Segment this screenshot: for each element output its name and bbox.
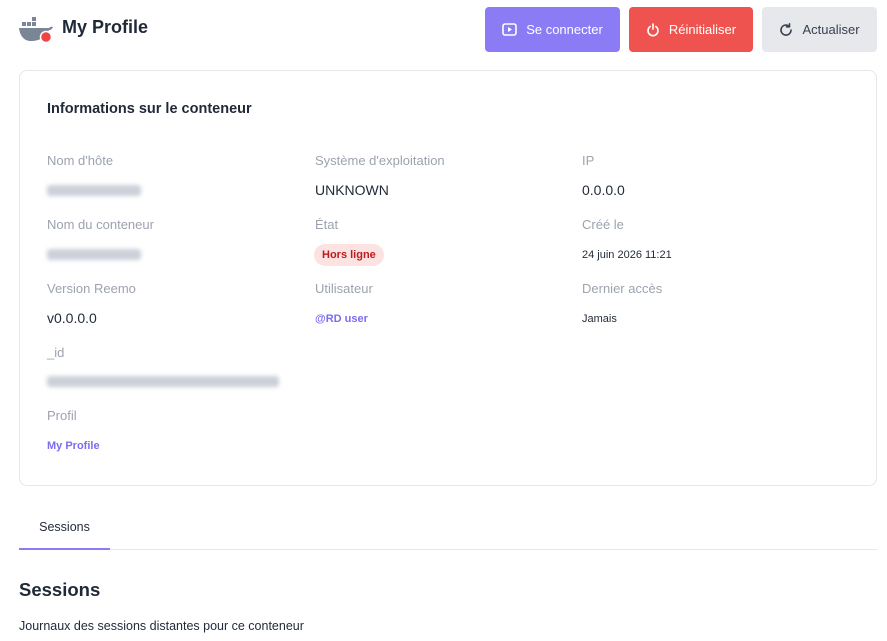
reemo-version-value: v0.0.0.0 bbox=[47, 310, 97, 326]
os-label: Système d'exploitation bbox=[315, 153, 445, 168]
tab-sessions[interactable]: Sessions bbox=[19, 505, 110, 550]
hostname-value-redacted bbox=[47, 185, 141, 196]
reset-button-label: Réinitialiser bbox=[668, 22, 737, 37]
refresh-icon bbox=[779, 22, 793, 37]
sessions-description: Journaux des sessions distantes pour ce … bbox=[19, 619, 304, 633]
created-value: 24 juin 2026 11:21 bbox=[582, 249, 672, 261]
profile-label: Profil bbox=[47, 408, 77, 423]
docker-whale-icon bbox=[18, 16, 54, 44]
status-badge: Hors ligne bbox=[314, 244, 384, 266]
tab-bar: Sessions bbox=[19, 505, 877, 550]
id-value-redacted bbox=[47, 376, 279, 387]
card-title: Informations sur le conteneur bbox=[47, 101, 252, 117]
refresh-button-label: Actualiser bbox=[802, 22, 860, 37]
reemo-version-label: Version Reemo bbox=[47, 281, 136, 296]
last-access-value: Jamais bbox=[582, 313, 617, 325]
profile-link[interactable]: My Profile bbox=[47, 440, 100, 452]
user-label: Utilisateur bbox=[315, 281, 373, 296]
state-label: État bbox=[315, 217, 339, 232]
created-label: Créé le bbox=[582, 217, 624, 232]
last-access-label: Dernier accès bbox=[582, 281, 663, 296]
container-name-value-redacted bbox=[47, 249, 141, 260]
id-label: _id bbox=[47, 345, 65, 360]
sessions-title: Sessions bbox=[19, 579, 101, 600]
ip-label: IP bbox=[582, 153, 595, 168]
page-title: My Profile bbox=[62, 17, 149, 37]
power-reset-icon bbox=[646, 22, 660, 37]
hostname-label: Nom d'hôte bbox=[47, 153, 114, 168]
page-header: My Profile Se connecter Réinitialiser Ac… bbox=[0, 0, 887, 60]
connect-button[interactable]: Se connecter bbox=[485, 7, 620, 52]
refresh-button[interactable]: Actualiser bbox=[762, 7, 877, 52]
reset-button[interactable]: Réinitialiser bbox=[629, 7, 753, 52]
connect-button-label: Se connecter bbox=[526, 22, 603, 37]
container-info-card: Informations sur le conteneur Nom d'hôte… bbox=[19, 70, 877, 486]
os-value: UNKNOWN bbox=[315, 182, 389, 198]
play-screen-icon bbox=[502, 23, 517, 36]
ip-value: 0.0.0.0 bbox=[582, 182, 625, 198]
status-dot bbox=[39, 30, 53, 44]
container-name-label: Nom du conteneur bbox=[47, 217, 154, 232]
user-link[interactable]: @RD user bbox=[315, 313, 368, 325]
